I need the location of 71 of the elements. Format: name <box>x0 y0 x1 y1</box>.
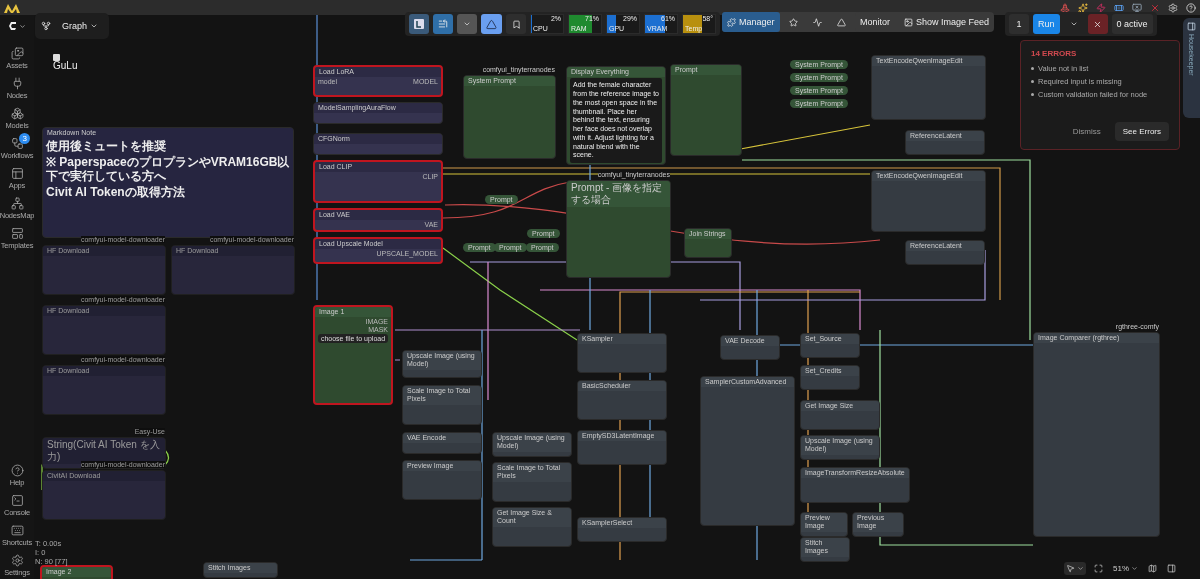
settings-icon[interactable] <box>1168 2 1178 13</box>
bandage-icon[interactable] <box>1114 2 1124 13</box>
network-icon <box>10 197 24 210</box>
logo-text: GuLu <box>53 60 78 71</box>
count-badge: 3 <box>19 133 30 144</box>
monitor-button[interactable]: Monitor <box>855 12 895 32</box>
triangle-icon <box>837 17 847 27</box>
map-icon <box>1148 564 1157 573</box>
lightning-icon[interactable] <box>1096 2 1106 13</box>
l-button[interactable] <box>409 14 429 34</box>
template-icon <box>10 227 24 240</box>
monitor-icon[interactable] <box>1132 2 1142 13</box>
queue-icon <box>438 19 448 29</box>
panel-icon <box>1187 22 1196 31</box>
letter-tile-icon <box>414 19 424 29</box>
errors-title: 14 ERRORS <box>1031 49 1078 58</box>
see-errors-button[interactable]: See Errors <box>1114 122 1169 141</box>
terminal-icon <box>10 494 24 507</box>
caret-icon <box>90 22 98 30</box>
cancel-button[interactable] <box>1087 14 1108 34</box>
comfy-logo-button[interactable] <box>6 19 28 33</box>
queue-button[interactable] <box>433 14 453 34</box>
triangle-icon <box>486 18 497 30</box>
graph-icon <box>41 21 51 31</box>
caret-icon <box>1069 20 1078 28</box>
images-icon <box>10 47 24 60</box>
mountain-logo-icon <box>4 2 20 13</box>
sparkles-icon[interactable] <box>1078 2 1088 13</box>
help-icon[interactable] <box>1186 2 1196 13</box>
panel-icon <box>1167 564 1176 573</box>
pointer-button[interactable] <box>1064 562 1086 575</box>
node-title: Prompt - 画像を指定する場合 <box>567 181 670 207</box>
traffic-cone-icon[interactable] <box>1060 2 1070 13</box>
help-icon <box>10 464 24 477</box>
panel-icon <box>10 167 24 180</box>
close-icon <box>1093 19 1102 29</box>
close-icon[interactable] <box>1150 2 1160 13</box>
caret-icon <box>463 20 471 28</box>
puzzle-icon <box>727 17 736 27</box>
caret-icon <box>1131 565 1138 572</box>
manager-button[interactable]: Manager <box>722 12 780 32</box>
active-queue-button[interactable]: 0 active <box>1111 14 1153 34</box>
logo-icon <box>8 21 18 31</box>
fit-icon <box>1094 564 1103 573</box>
image-icon <box>904 17 913 27</box>
keyboard-icon <box>10 524 24 537</box>
fit-button[interactable] <box>1092 562 1105 575</box>
note-heading: ※ PaperspaceのプロプランやVRAM16GB以下で実行している方へ <box>46 154 290 184</box>
dismiss-button[interactable]: Dismiss <box>1064 122 1109 141</box>
star-icon <box>789 17 799 27</box>
caret-icon <box>19 22 26 30</box>
bullet-icon <box>1031 67 1034 70</box>
batch-count-field[interactable]: 1 <box>1009 14 1029 34</box>
graph-node[interactable] <box>566 66 666 166</box>
settings-icon <box>10 554 24 567</box>
minimap-button[interactable] <box>1146 562 1159 575</box>
bookmark-icon <box>511 19 521 29</box>
bookmark-button[interactable] <box>506 14 526 34</box>
note-heading: Civit AI Tokenの取得方法 <box>46 184 186 199</box>
image-feed-button[interactable]: Show Image Feed <box>899 12 995 32</box>
bullet-icon <box>1031 80 1034 83</box>
note-heading: 使用後ミュートを推奨 <box>46 139 167 154</box>
app-button[interactable] <box>481 14 502 34</box>
pointer-icon <box>1066 564 1075 573</box>
bullet-icon <box>1031 93 1034 96</box>
caret-icon <box>1077 565 1084 572</box>
panel-button[interactable] <box>1165 562 1178 575</box>
zoom-button[interactable]: 51% <box>1111 562 1140 575</box>
activity-icon <box>813 17 823 27</box>
boxes-icon <box>10 107 24 120</box>
workflow-icon <box>10 137 24 150</box>
